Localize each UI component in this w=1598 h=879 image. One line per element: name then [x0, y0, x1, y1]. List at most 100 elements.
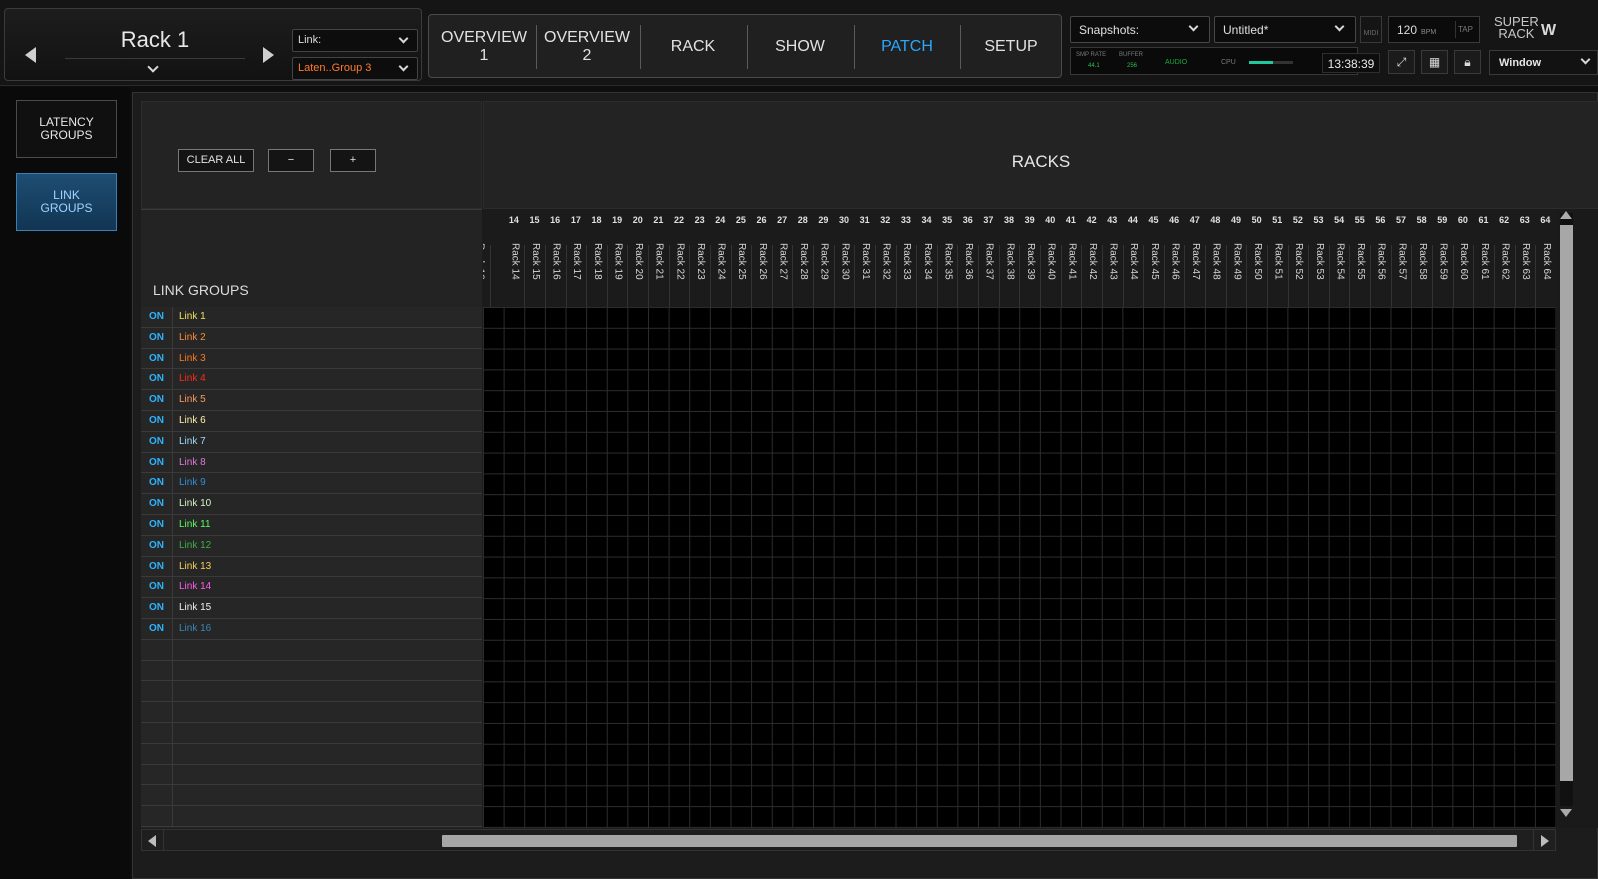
link-group-on-toggle[interactable]: ON [141, 411, 173, 431]
bpm-field[interactable]: 120 BPM TAP [1388, 16, 1480, 43]
link-group-on-toggle[interactable]: ON [141, 327, 173, 348]
link-group-on-toggle[interactable]: ON [141, 515, 173, 535]
rack-column-name: Rack 34 [921, 243, 933, 280]
remove-link-group-button[interactable]: − [268, 149, 314, 172]
tap-button[interactable]: TAP [1455, 21, 1475, 38]
window-dropdown[interactable]: Window [1489, 50, 1598, 75]
rack-column-number: 26 [756, 215, 767, 225]
add-link-group-button[interactable]: + [330, 149, 376, 172]
top-bar: Rack 1 Link: Laten..Group 3 OVERVIEW 1 O… [0, 0, 1598, 86]
link-group-dropdown[interactable]: Laten..Group 3 [292, 57, 418, 80]
rack-column-number: 22 [673, 215, 684, 225]
rack-column-number: 19 [612, 215, 623, 225]
link-group-on-toggle[interactable]: ON [141, 494, 173, 515]
rack-name[interactable]: Rack 1 [65, 27, 245, 59]
link-group-on-toggle[interactable]: ON [141, 535, 173, 556]
link-group-row[interactable]: ON Link 10 [141, 494, 482, 515]
rack-column-name: Rack 36 [963, 243, 975, 280]
horizontal-scroll-thumb[interactable] [442, 835, 1517, 847]
clear-all-button[interactable]: CLEAR ALL [178, 149, 254, 172]
link-groups-button[interactable]: LINK GROUPS [16, 173, 117, 231]
tab-overview-2[interactable]: OVERVIEW 2 [537, 21, 637, 73]
rack-column-name: Rack 40 [1045, 243, 1057, 280]
scroll-up-arrow-icon[interactable] [1560, 211, 1572, 219]
link-group-on-toggle[interactable]: ON [141, 473, 173, 494]
rack-column-number: 44 [1127, 215, 1138, 225]
vertical-scroll-thumb[interactable] [1560, 225, 1573, 781]
rack-column-name: Rack 57 [1396, 243, 1408, 280]
rack-column-number: 25 [735, 215, 746, 225]
link-dropdown[interactable]: Link: [292, 29, 418, 52]
tab-show[interactable]: SHOW [748, 21, 852, 73]
link-group-row[interactable]: ON Link 13 [141, 556, 482, 578]
link-group-row[interactable]: ON Link 9 [141, 473, 482, 495]
rack-column-number: 48 [1210, 215, 1221, 225]
latency-groups-button[interactable]: LATENCY GROUPS [16, 100, 117, 158]
next-rack-arrow-icon[interactable] [263, 47, 274, 63]
rack-column-number: 15 [529, 215, 540, 225]
preset-dropdown[interactable]: Untitled* [1214, 16, 1356, 43]
rack-column-name: Rack 63 [1520, 243, 1532, 280]
scroll-down-arrow-icon[interactable] [1560, 809, 1572, 817]
resize-button[interactable]: ⤢ [1388, 50, 1415, 74]
link-group-on-toggle[interactable]: ON [141, 452, 173, 473]
link-group-on-toggle [141, 681, 173, 702]
keyboard-button[interactable]: ▦ [1421, 50, 1448, 74]
link-group-row[interactable]: ON Link 6 [141, 411, 482, 432]
link-group-on-toggle [141, 743, 173, 764]
scroll-left-arrow-icon[interactable] [148, 835, 156, 847]
link-group-row[interactable]: ON Link 8 [141, 452, 482, 474]
tab-rack[interactable]: RACK [641, 21, 745, 73]
bpm-unit: BPM [1421, 29, 1437, 36]
link-group-name: Link 2 [179, 331, 206, 343]
link-group-row [141, 723, 482, 744]
link-group-row[interactable]: ON Link 2 [141, 327, 482, 349]
rack-column-number: 16 [550, 215, 561, 225]
link-group-row[interactable]: ON Link 16 [141, 619, 482, 640]
link-group-on-toggle[interactable]: ON [141, 390, 173, 411]
link-group-on-toggle[interactable]: ON [141, 369, 173, 390]
horizontal-scrollbar[interactable] [141, 829, 1556, 851]
link-groups-header: LINK GROUPS [141, 209, 482, 307]
link-group-on-toggle[interactable]: ON [141, 307, 173, 327]
link-group-name: Link 7 [179, 435, 206, 447]
link-group-row[interactable]: ON Link 4 [141, 369, 482, 391]
scroll-left-button[interactable] [142, 830, 164, 850]
rack-column-number: 64 [1540, 215, 1551, 225]
tab-patch[interactable]: PATCH [855, 21, 959, 73]
link-group-on-toggle [141, 660, 173, 681]
rack-column-number: 40 [1045, 215, 1056, 225]
link-group-row[interactable]: ON Link 1 [141, 307, 482, 328]
rack-column-name: Rack 55 [1355, 243, 1367, 280]
tab-overview-1[interactable]: OVERVIEW 1 [435, 21, 533, 73]
link-group-row[interactable]: ON Link 7 [141, 431, 482, 453]
link-group-on-toggle[interactable]: ON [141, 348, 173, 369]
link-group-row[interactable]: ON Link 5 [141, 390, 482, 411]
link-group-on-toggle[interactable]: ON [141, 577, 173, 598]
lock-button[interactable]: 🔒︎ [1454, 50, 1481, 74]
scroll-right-button[interactable] [1533, 830, 1555, 850]
link-group-row[interactable]: ON Link 15 [141, 598, 482, 619]
rack-column-number: 56 [1375, 215, 1386, 225]
link-group-row[interactable]: ON Link 14 [141, 577, 482, 599]
chevron-down-icon[interactable] [147, 61, 159, 73]
link-group-on-toggle[interactable]: ON [141, 619, 173, 639]
link-group-on-toggle[interactable]: ON [141, 556, 173, 577]
link-group-row[interactable]: ON Link 12 [141, 535, 482, 557]
link-group-row [141, 806, 482, 827]
link-group-name: Link 11 [179, 519, 211, 530]
previous-rack-arrow-icon[interactable] [25, 47, 36, 63]
rack-column-name: Rack 59 [1437, 243, 1449, 280]
link-group-name: Link 12 [179, 539, 212, 551]
link-group-row[interactable]: ON Link 3 [141, 348, 482, 370]
link-group-on-toggle[interactable]: ON [141, 431, 173, 452]
scroll-right-arrow-icon[interactable] [1541, 835, 1549, 847]
rack-column-name: Rack 15 [529, 243, 541, 280]
link-group-on-toggle[interactable]: ON [141, 598, 173, 619]
rack-column-number: 46 [1169, 215, 1180, 225]
patch-grid[interactable] [483, 307, 1556, 828]
snapshots-dropdown[interactable]: Snapshots: [1070, 16, 1210, 43]
tab-setup[interactable]: SETUP [961, 21, 1061, 73]
rack-column-name: Rack 24 [715, 243, 727, 280]
link-group-row[interactable]: ON Link 11 [141, 515, 482, 536]
